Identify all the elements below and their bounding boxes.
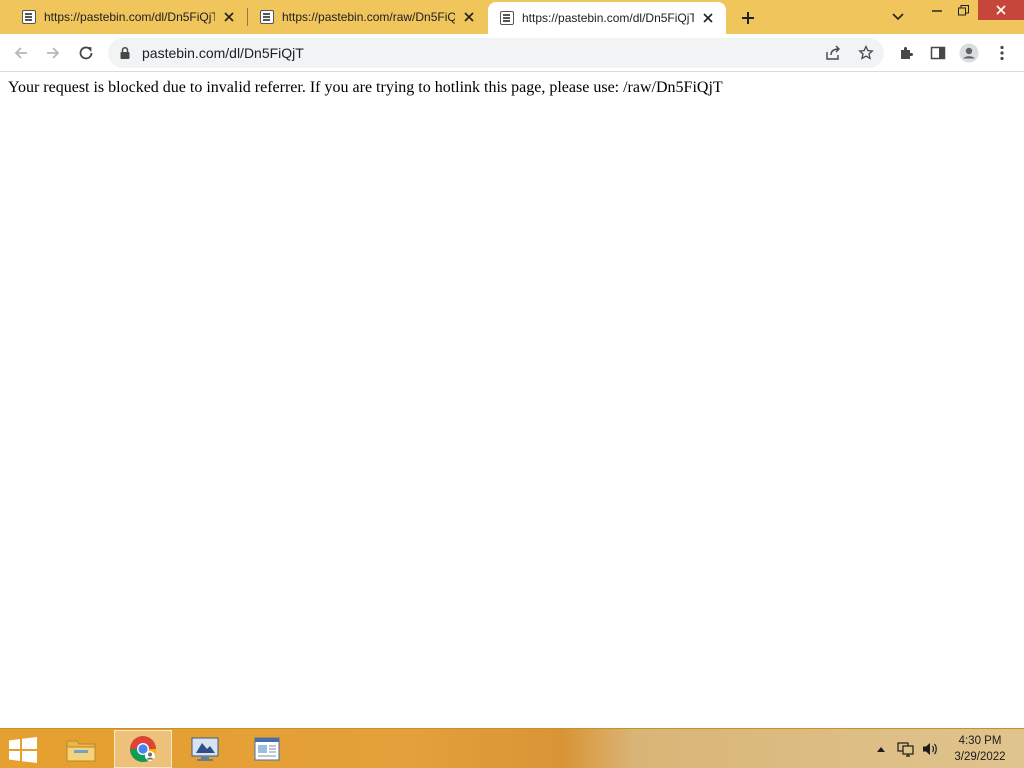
notepad-icon: [254, 737, 280, 761]
url-text[interactable]: pastebin.com/dl/Dn5FiQjT: [142, 45, 304, 61]
tab-title: https://pastebin.com/dl/Dn5FiQjT: [44, 10, 215, 24]
reload-button[interactable]: [73, 40, 99, 66]
tab-title: https://pastebin.com/dl/Dn5FiQjT: [522, 11, 694, 25]
restore-button[interactable]: [948, 0, 978, 20]
avatar-icon: [959, 43, 979, 63]
taskbar-google-chrome[interactable]: [114, 730, 172, 768]
back-button[interactable]: [8, 40, 34, 66]
blocked-message: Your request is blocked due to invalid r…: [8, 79, 723, 96]
extensions-button[interactable]: [895, 42, 917, 64]
new-tab-button[interactable]: [736, 6, 760, 30]
folder-icon: [66, 740, 96, 762]
puzzle-icon: [901, 47, 913, 59]
browser-toolbar: pastebin.com/dl/Dn5FiQjT: [0, 34, 1024, 72]
network-icon: [897, 742, 914, 757]
lock-icon[interactable]: [118, 46, 132, 60]
pastebin-favicon-icon: [260, 10, 274, 24]
volume-tray-button[interactable]: [920, 739, 940, 759]
page-content: Your request is blocked due to invalid r…: [0, 72, 1024, 728]
windows-logo-icon: [9, 737, 37, 763]
show-hidden-icons-button[interactable]: [874, 739, 888, 759]
side-panel-icon: [930, 46, 946, 60]
share-icon: [826, 45, 840, 60]
tab-3-active[interactable]: https://pastebin.com/dl/Dn5FiQjT: [488, 2, 726, 34]
tab-1[interactable]: https://pastebin.com/dl/Dn5FiQjT: [0, 0, 247, 34]
profile-button[interactable]: [958, 42, 980, 64]
system-clock[interactable]: 4:30 PM 3/29/2022: [940, 733, 1020, 765]
speaker-icon: [923, 743, 937, 755]
chevron-up-icon: [877, 747, 885, 752]
chevron-down-icon: [892, 13, 904, 21]
plus-icon: [742, 12, 754, 24]
close-window-button[interactable]: [978, 0, 1024, 20]
reload-icon: [79, 46, 93, 60]
menu-button[interactable]: [991, 42, 1013, 64]
start-button[interactable]: [8, 737, 40, 763]
forward-button[interactable]: [40, 40, 66, 66]
taskbar: 4:30 PM 3/29/2022: [0, 728, 1024, 768]
tab-title: https://pastebin.com/raw/Dn5FiQjT: [282, 10, 455, 24]
taskbar-notepad[interactable]: [238, 730, 296, 768]
bookmark-button[interactable]: [856, 43, 876, 63]
tab-2[interactable]: https://pastebin.com/raw/Dn5FiQjT: [248, 0, 487, 34]
network-tray-button[interactable]: [896, 739, 916, 759]
pastebin-favicon-icon: [22, 10, 36, 24]
close-tab-icon[interactable]: [461, 9, 477, 25]
close-icon: [996, 5, 1006, 15]
arrow-right-icon: [47, 47, 60, 59]
close-tab-icon[interactable]: [700, 10, 716, 26]
taskbar-remote-desktop[interactable]: [176, 730, 234, 768]
arrow-left-icon: [14, 47, 27, 59]
share-button[interactable]: [823, 43, 843, 63]
star-icon: [858, 45, 874, 60]
close-tab-icon[interactable]: [221, 9, 237, 25]
restore-icon: [957, 4, 969, 15]
tab-search-button[interactable]: [888, 8, 908, 26]
clock-date: 3/29/2022: [954, 751, 1006, 763]
clock-time: 4:30 PM: [958, 735, 1002, 747]
address-bar[interactable]: pastebin.com/dl/Dn5FiQjT: [108, 38, 884, 68]
pastebin-favicon-icon: [500, 11, 514, 25]
minimize-icon: [932, 10, 942, 12]
side-panel-button[interactable]: [927, 42, 949, 64]
taskbar-file-explorer[interactable]: [52, 730, 110, 768]
tab-strip: https://pastebin.com/dl/Dn5FiQjT https:/…: [0, 0, 1024, 34]
kebab-menu-icon: [1000, 45, 1004, 61]
remote-desktop-icon: [191, 737, 219, 761]
chrome-icon: [129, 736, 157, 763]
